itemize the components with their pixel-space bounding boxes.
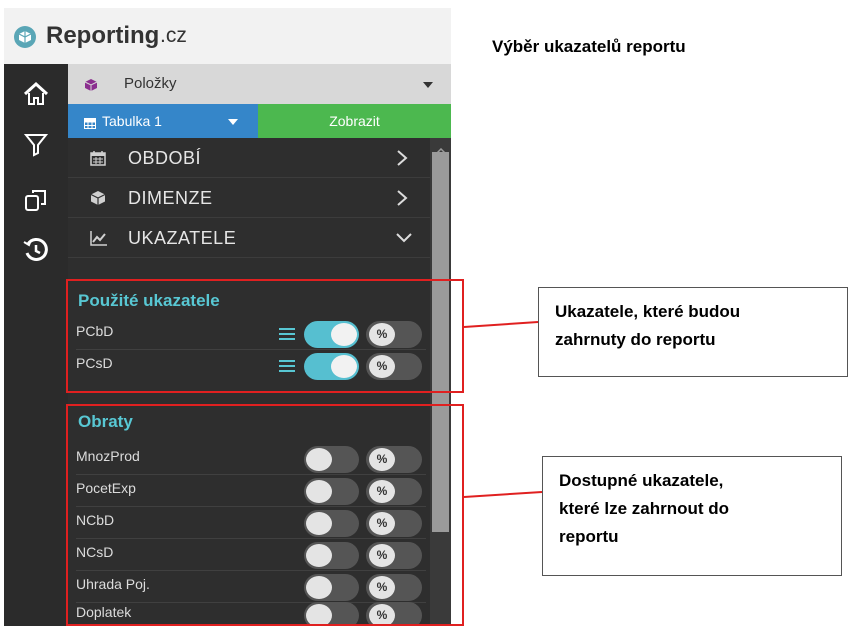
- available-metrics-callout: Dostupné ukazatele, které lze zahrnout d…: [542, 456, 842, 576]
- callout-line: Ukazatele, které budou: [555, 302, 741, 321]
- callout-line: Dostupné ukazatele,: [559, 471, 724, 490]
- callout-line: reportu: [559, 527, 619, 546]
- used-metrics-callout: Ukazatele, které budou zahrnuty do repor…: [538, 287, 848, 377]
- callout-line: které lze zahrnout do: [559, 499, 730, 518]
- callout-line: zahrnuty do reportu: [555, 330, 716, 349]
